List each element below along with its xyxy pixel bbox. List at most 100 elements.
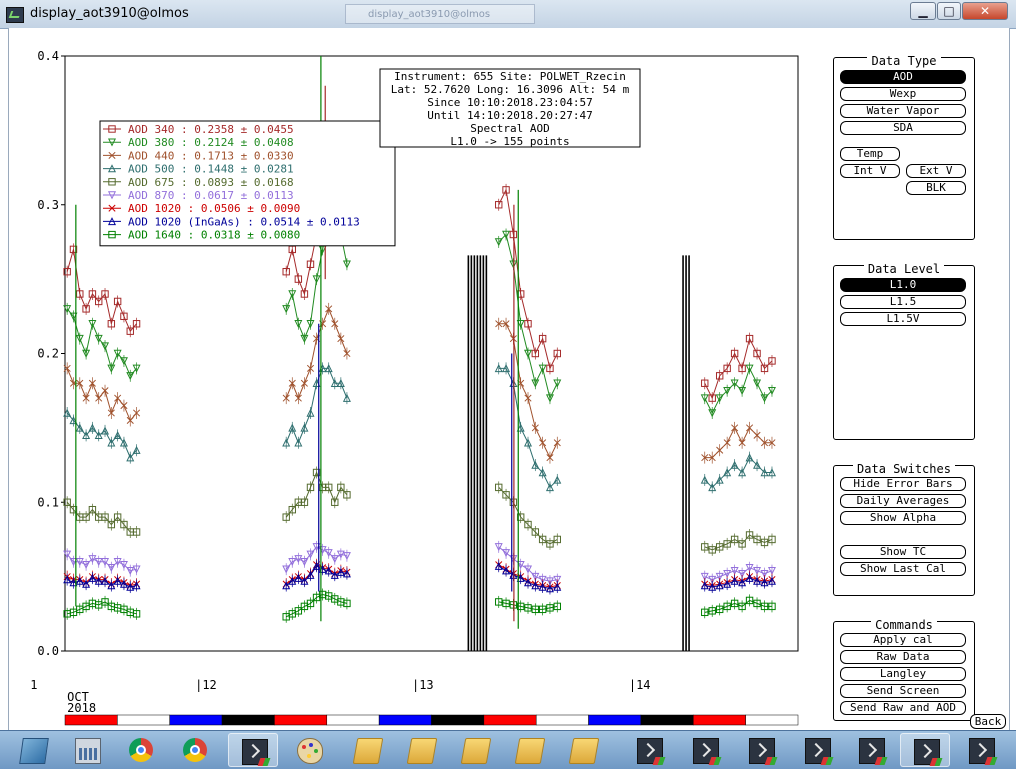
info-box: Instrument: 655 Site: POLWET_RzecinLat: … [379, 68, 641, 148]
color-bar-segment [274, 714, 328, 726]
show-alpha-button[interactable]: Show Alpha [840, 511, 966, 525]
legend-entry: AOD 1020 (InGaAs) : 0.0514 ± 0.0113 [128, 215, 360, 228]
wexp-button[interactable]: Wexp [840, 87, 966, 101]
series-line [66, 412, 137, 459]
raw-data-button[interactable]: Raw Data [840, 650, 966, 664]
series-aod-500 [63, 362, 776, 494]
send-raw-aod-button[interactable]: Send Raw and AOD [840, 701, 966, 715]
show-tc-button[interactable]: Show TC [840, 545, 966, 559]
folder-icon [568, 738, 600, 764]
window-title-bar[interactable]: display_aot3910@olmos display_aot3910@ol… [0, 0, 1016, 29]
daily-averages-button[interactable]: Daily Averages [840, 494, 966, 508]
data-level-panel: Data Level L1.0 L1.5 L1.5V [833, 262, 975, 440]
taskbar-chrome-2[interactable] [170, 733, 220, 767]
series-line [704, 534, 773, 551]
notebook-icon [19, 738, 49, 764]
back-button[interactable]: Back [970, 714, 1006, 729]
data-type-title: Data Type [867, 54, 941, 68]
x-tick-label: |13 [412, 678, 434, 692]
taskbar-terminal-2[interactable] [624, 733, 674, 767]
taskbar-terminal-3[interactable] [680, 733, 730, 767]
send-screen-button[interactable]: Send Screen [840, 684, 966, 698]
series-line [498, 367, 558, 489]
legend-entry: AOD 440 : 0.1713 ± 0.0330 [128, 149, 294, 162]
legend-entry: AOD 500 : 0.1448 ± 0.0281 [128, 163, 294, 176]
taskbar-folder-3[interactable] [450, 733, 500, 767]
water-vapor-button[interactable]: Water Vapor [840, 104, 966, 118]
close-button[interactable]: ✕ [962, 2, 1008, 20]
info-line: Until 14:10:2018.20:27:47 [427, 109, 593, 122]
minimize-button[interactable]: ▁ [910, 2, 936, 20]
info-line: Spectral AOD [470, 122, 549, 135]
terminal-icon [637, 738, 663, 764]
taskbar-terminal-4[interactable] [736, 733, 786, 767]
taskbar-terminal-6[interactable] [846, 733, 896, 767]
data-type-panel: Data Type AOD Wexp Water Vapor SDA Temp … [833, 54, 975, 240]
taskbar-terminal-7[interactable] [900, 733, 950, 767]
taskbar [0, 730, 1016, 769]
folder-icon [460, 738, 492, 764]
series-line [704, 337, 773, 400]
color-bar-segment [535, 714, 589, 726]
series-line [66, 308, 137, 377]
color-bar-segment [693, 714, 746, 726]
terminal-icon [242, 739, 268, 765]
taskbar-folder-1[interactable] [342, 733, 392, 767]
maximize-button[interactable]: □ [937, 2, 961, 20]
color-bar-segment [326, 714, 380, 726]
apply-cal-button[interactable]: Apply cal [840, 633, 966, 647]
legend-entry: AOD 380 : 0.2124 ± 0.0408 [128, 136, 294, 149]
info-line: L1.0 -> 155 points [450, 135, 569, 148]
y-tick-label: 0.2 [37, 347, 59, 361]
blk-button[interactable]: BLK [906, 181, 966, 195]
int-v-button[interactable]: Int V [840, 164, 900, 178]
taskbar-paint[interactable] [284, 733, 334, 767]
series-aod-440 [63, 302, 776, 464]
x-tick-label: |14 [629, 678, 651, 692]
series-line [498, 233, 558, 400]
terminal-icon [805, 738, 831, 764]
folder-icon [352, 738, 384, 764]
y-tick-label: 0.0 [37, 644, 59, 658]
level-l10-button[interactable]: L1.0 [840, 278, 966, 292]
color-bar-segment [221, 714, 275, 726]
calculator-icon [75, 738, 101, 764]
sda-button[interactable]: SDA [840, 121, 966, 135]
terminal-icon [969, 738, 995, 764]
color-bar-segment [117, 714, 170, 726]
color-bar-segment [431, 714, 485, 726]
show-last-cal-button[interactable]: Show Last Cal [840, 562, 966, 576]
taskbar-terminal-8[interactable] [956, 733, 1006, 767]
langley-button[interactable]: Langley [840, 667, 966, 681]
level-l15-button[interactable]: L1.5 [840, 295, 966, 309]
aod-button[interactable]: AOD [840, 70, 966, 84]
terminal-icon [693, 738, 719, 764]
info-line: Instrument: 655 Site: POLWET_Rzecin [394, 70, 626, 83]
folder-icon [514, 738, 546, 764]
taskbar-folder-2[interactable] [396, 733, 446, 767]
series-aod-675 [63, 466, 776, 556]
temp-button[interactable]: Temp [840, 147, 900, 161]
legend-entry: AOD 870 : 0.0617 ± 0.0113 [128, 189, 294, 202]
level-l15v-button[interactable]: L1.5V [840, 312, 966, 326]
color-bar-segment [483, 714, 537, 726]
color-bar-segment [745, 714, 799, 726]
taskbar-terminal-active[interactable] [228, 733, 278, 767]
taskbar-calculator[interactable] [62, 733, 112, 767]
series-line [704, 426, 772, 459]
series-line [498, 487, 558, 545]
x-tick-label: |12 [195, 678, 217, 692]
taskbar-folder-5[interactable] [558, 733, 608, 767]
ext-v-button[interactable]: Ext V [906, 164, 966, 178]
taskbar-notebook[interactable] [8, 733, 58, 767]
data-switches-panel: Data Switches Hide Error Bars Daily Aver… [833, 462, 975, 596]
commands-panel: Commands Apply cal Raw Data Langley Send… [833, 618, 975, 721]
taskbar-terminal-5[interactable] [792, 733, 842, 767]
color-bar-segment [378, 714, 432, 726]
terminal-app-icon [6, 7, 24, 23]
hide-error-bars-button[interactable]: Hide Error Bars [840, 477, 966, 491]
legend-entry: AOD 340 : 0.2358 ± 0.0455 [128, 123, 294, 136]
taskbar-folder-4[interactable] [504, 733, 554, 767]
commands-title: Commands [871, 618, 937, 632]
taskbar-chrome-1[interactable] [116, 733, 166, 767]
